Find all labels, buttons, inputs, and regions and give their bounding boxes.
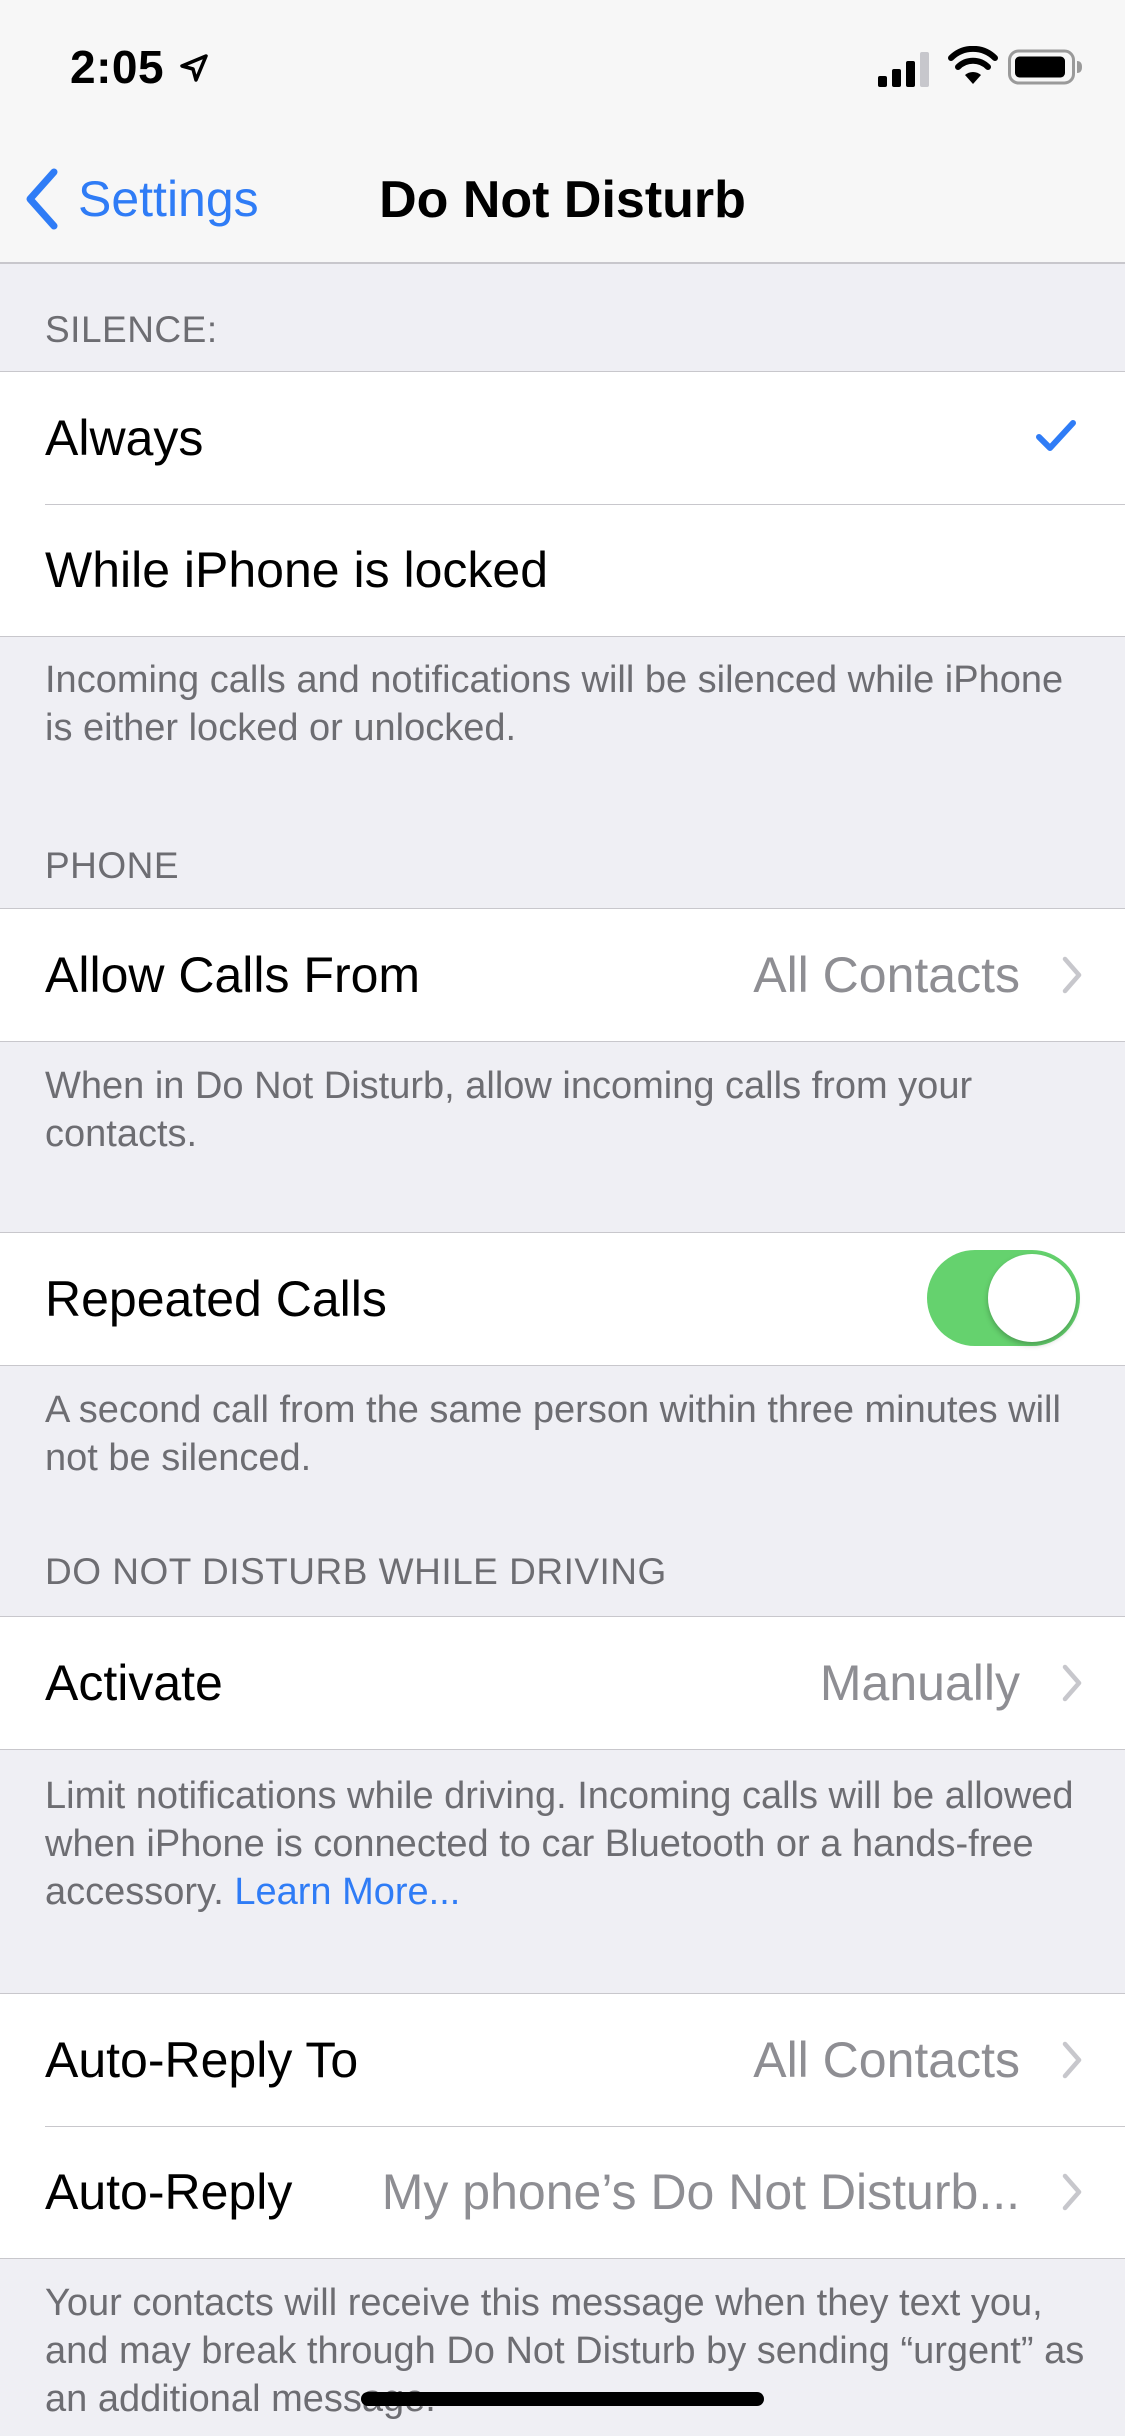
activate-row[interactable]: Activate Manually — [0, 1617, 1125, 1749]
silence-option-label: Always — [45, 410, 204, 466]
auto-reply-label: Auto-Reply — [45, 2164, 293, 2220]
location-arrow-icon — [180, 54, 208, 82]
driving-footer-text: Limit notifications while driving. Incom… — [45, 1775, 1074, 1913]
cellular-signal-icon — [878, 52, 929, 87]
toggle-knob — [988, 1254, 1076, 1342]
silence-section-header: SILENCE: — [45, 309, 218, 350]
auto-reply-value: My phone’s Do Not Disturb... — [381, 2164, 1020, 2220]
page-title: Do Not Disturb — [379, 171, 746, 229]
repeated-calls-row: Repeated Calls — [0, 1233, 1125, 1365]
auto-reply-to-value: All Contacts — [753, 2032, 1020, 2088]
status-bar: 2:05 — [0, 0, 1125, 132]
silence-option-label: While iPhone is locked — [45, 542, 549, 598]
auto-reply-group: Auto-Reply To All Contacts Auto-Reply My… — [0, 1993, 1125, 2259]
activate-group: Activate Manually — [0, 1616, 1125, 1750]
battery-icon — [1008, 49, 1082, 85]
auto-reply-row[interactable]: Auto-Reply My phone’s Do Not Disturb... — [0, 2126, 1125, 2258]
navigation-bar: Settings Do Not Disturb — [0, 132, 1125, 264]
checkmark-icon — [1036, 420, 1076, 451]
allow-calls-from-label: Allow Calls From — [45, 947, 421, 1003]
auto-reply-to-row[interactable]: Auto-Reply To All Contacts — [0, 1994, 1125, 2126]
activate-label: Activate — [45, 1655, 223, 1711]
allow-calls-footer-text: When in Do Not Disturb, allow incoming c… — [45, 1065, 973, 1155]
silence-option-while-locked[interactable]: While iPhone is locked — [0, 504, 1125, 636]
allow-calls-group: Allow Calls From All Contacts — [0, 908, 1125, 1042]
repeated-calls-toggle[interactable] — [927, 1250, 1080, 1346]
driving-section-header: DO NOT DISTURB WHILE DRIVING — [45, 1551, 667, 1592]
phone-section-header: PHONE — [45, 845, 180, 886]
allow-calls-from-row[interactable]: Allow Calls From All Contacts — [0, 909, 1125, 1041]
chevron-right-icon — [1062, 2173, 1082, 2211]
silence-options-group: Always While iPhone is locked — [0, 371, 1125, 637]
driving-footer: Limit notifications while driving. Incom… — [45, 1772, 1085, 1916]
allow-calls-from-value: All Contacts — [753, 947, 1020, 1003]
chevron-right-icon — [1062, 956, 1082, 994]
repeated-calls-group: Repeated Calls — [0, 1232, 1125, 1366]
silence-option-always[interactable]: Always — [0, 372, 1125, 504]
status-time: 2:05 — [70, 41, 165, 93]
wifi-icon — [948, 46, 998, 84]
chevron-right-icon — [1062, 1664, 1082, 1702]
chevron-right-icon — [1062, 2041, 1082, 2079]
repeated-calls-label: Repeated Calls — [45, 1271, 387, 1327]
silence-footer-text: Incoming calls and notifications will be… — [45, 659, 1064, 749]
activate-value: Manually — [819, 1655, 1020, 1711]
learn-more-link[interactable]: Learn More... — [234, 1871, 460, 1913]
repeated-calls-footer-text: A second call from the same person withi… — [45, 1389, 1061, 1479]
home-indicator[interactable] — [361, 2392, 764, 2406]
auto-reply-to-label: Auto-Reply To — [45, 2032, 359, 2088]
